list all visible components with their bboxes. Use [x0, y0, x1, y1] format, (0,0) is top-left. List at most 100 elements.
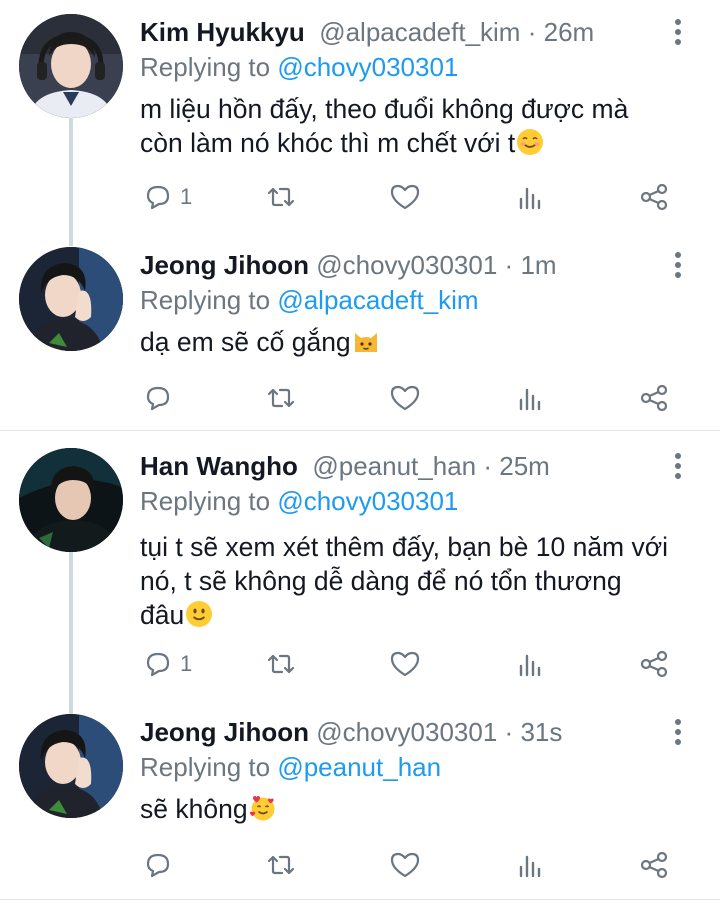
share-icon	[640, 851, 668, 879]
reply-button[interactable]: 1	[142, 177, 192, 217]
like-button[interactable]	[389, 644, 427, 684]
user-handle[interactable]: @chovy030301	[316, 250, 497, 280]
analytics-icon	[519, 388, 541, 411]
separator-dot: ·	[504, 250, 514, 280]
replying-to: Replying to @alpacadeft_kim	[140, 283, 479, 317]
tweet-text-line: còn làm nó khóc thì m chết với t	[140, 128, 516, 158]
tweet-text: tụi t sẽ xem xét thêm đấy, bạn bè 10 năm…	[140, 530, 700, 632]
reply-count: 1	[180, 184, 193, 209]
reply-icon	[146, 185, 170, 210]
reply-mention-link[interactable]: @alpacadeft_kim	[277, 285, 478, 315]
timestamp[interactable]: 1m	[520, 250, 556, 280]
replying-label: Replying to	[140, 285, 271, 315]
reply-icon	[146, 386, 170, 411]
share-button[interactable]	[638, 845, 670, 885]
replying-to: Replying to @chovy030301	[140, 484, 458, 518]
thread-separator	[0, 430, 720, 431]
display-name[interactable]: Jeong Jihoon	[140, 717, 309, 747]
reply-icon	[146, 853, 170, 878]
more-options-icon[interactable]	[668, 249, 688, 281]
timestamp[interactable]: 31s	[520, 717, 562, 747]
tweet[interactable]: Han Wangho @peanut_han · 25m Replying to…	[0, 448, 720, 668]
display-name[interactable]: Han Wangho	[140, 451, 298, 481]
replying-label: Replying to	[140, 52, 271, 82]
reply-button[interactable]	[142, 845, 180, 885]
reply-mention-link[interactable]: @chovy030301	[277, 486, 458, 516]
user-handle[interactable]: @alpacadeft_kim	[319, 17, 520, 47]
retweet-icon	[267, 855, 295, 875]
retweet-button[interactable]	[265, 845, 303, 885]
tweet-actions: 1	[0, 644, 720, 684]
avatar[interactable]	[19, 714, 123, 818]
reply-mention-link[interactable]: @chovy030301	[277, 52, 458, 82]
separator-dot: ·	[527, 17, 537, 47]
tweet-header: Han Wangho @peanut_han · 25m	[140, 448, 550, 484]
separator-dot: ·	[504, 717, 514, 747]
more-options-icon[interactable]	[668, 716, 688, 748]
reply-button[interactable]	[142, 378, 180, 418]
retweet-icon	[267, 654, 295, 674]
analytics-icon	[519, 654, 541, 677]
retweet-icon	[267, 187, 295, 207]
thread-separator	[0, 899, 720, 900]
display-name[interactable]: Kim Hyukkyu	[140, 17, 305, 47]
replying-label: Replying to	[140, 752, 271, 782]
display-name[interactable]: Jeong Jihoon	[140, 250, 309, 280]
more-options-icon[interactable]	[668, 450, 688, 482]
like-button[interactable]	[389, 845, 427, 885]
heart-icon	[390, 852, 420, 878]
heart-icon	[390, 184, 420, 210]
tweet-text: sẽ không	[140, 792, 700, 826]
tweet-text-line: nó, t sẽ không dễ dàng để nó tổn thương	[140, 566, 622, 596]
user-handle[interactable]: @peanut_han	[312, 451, 476, 481]
share-button[interactable]	[638, 177, 670, 217]
analytics-button[interactable]	[515, 378, 547, 418]
tweet-header: Jeong Jihoon @chovy030301 · 31s	[140, 714, 562, 750]
replying-label: Replying to	[140, 486, 271, 516]
reply-icon	[146, 652, 170, 677]
tweet-text: m liệu hồn đấy, theo đuổi không được mà …	[140, 92, 700, 160]
tweet-text: dạ em sẽ cố gắng	[140, 325, 700, 359]
tweet-actions	[0, 378, 720, 418]
tweet-actions	[0, 845, 720, 885]
share-icon	[640, 650, 668, 678]
avatar[interactable]	[19, 247, 123, 351]
smiling-face-with-hearts-icon	[249, 794, 277, 822]
heart-icon	[390, 651, 420, 677]
avatar[interactable]	[19, 448, 123, 552]
tweet[interactable]: Jeong Jihoon @chovy030301 · 31s Replying…	[0, 714, 720, 864]
replying-to: Replying to @peanut_han	[140, 750, 441, 784]
retweet-button[interactable]	[265, 644, 303, 684]
retweet-button[interactable]	[265, 378, 303, 418]
heart-icon	[390, 385, 420, 411]
analytics-button[interactable]	[515, 845, 547, 885]
avatar[interactable]	[19, 14, 123, 118]
user-handle[interactable]: @chovy030301	[316, 717, 497, 747]
timestamp[interactable]: 25m	[499, 451, 550, 481]
share-icon	[640, 183, 668, 211]
share-button[interactable]	[638, 378, 670, 418]
tweet-text-line: m liệu hồn đấy, theo đuổi không được mà	[140, 94, 629, 124]
tweet-text-line: dạ em sẽ cố gắng	[140, 327, 351, 357]
share-icon	[640, 384, 668, 412]
retweet-icon	[267, 388, 295, 408]
reply-button[interactable]: 1	[142, 644, 192, 684]
share-button[interactable]	[638, 644, 670, 684]
replying-to: Replying to @chovy030301	[140, 50, 458, 84]
more-options-icon[interactable]	[668, 16, 688, 48]
reply-mention-link[interactable]: @peanut_han	[277, 752, 441, 782]
tweet-header: Jeong Jihoon @chovy030301 · 1m	[140, 247, 557, 283]
analytics-button[interactable]	[515, 177, 547, 217]
separator-dot: ·	[483, 451, 493, 481]
like-button[interactable]	[389, 378, 427, 418]
tweet-text-line: đâu	[140, 600, 185, 630]
timestamp[interactable]: 26m	[544, 17, 595, 47]
tweet-actions: 1	[0, 177, 720, 217]
analytics-button[interactable]	[515, 644, 547, 684]
tweet[interactable]: Jeong Jihoon @chovy030301 · 1m Replying …	[0, 247, 720, 397]
like-button[interactable]	[389, 177, 427, 217]
slightly-smiling-face-icon	[185, 600, 213, 628]
retweet-button[interactable]	[265, 177, 303, 217]
cat-face-icon	[352, 327, 380, 355]
tweet-text-line: sẽ không	[140, 794, 248, 824]
